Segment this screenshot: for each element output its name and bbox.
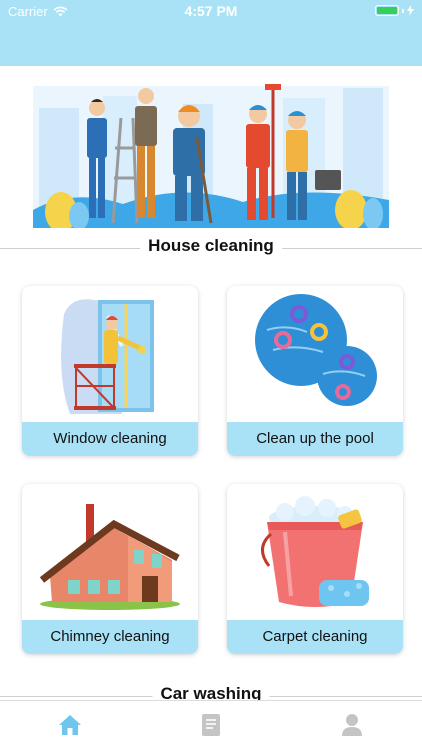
charging-bolt-icon: [407, 5, 414, 16]
battery-level-fill: [377, 7, 397, 14]
battery-tip: [402, 8, 404, 13]
card-label: Window cleaning: [22, 422, 198, 456]
battery-icon: [375, 5, 399, 16]
house-chimney-illustration: [39, 504, 180, 610]
tab-profile[interactable]: [282, 705, 422, 745]
header-bar: Carrier 4:57 PM: [0, 0, 422, 66]
banner-image: [33, 78, 389, 228]
card-image: [227, 286, 403, 422]
card-image: [22, 286, 198, 422]
section-house-cleaning: House cleaning: [0, 236, 422, 260]
card-label: Clean up the pool: [227, 422, 403, 456]
tab-bar: [0, 700, 422, 750]
card-carpet-cleaning[interactable]: Carpet cleaning: [227, 484, 403, 654]
card-clean-pool[interactable]: Clean up the pool: [227, 286, 403, 456]
card-label: Carpet cleaning: [227, 620, 403, 654]
tab-home[interactable]: [0, 705, 140, 745]
user-icon: [342, 714, 362, 736]
tab-orders[interactable]: [141, 705, 281, 745]
bucket-sponge-illustration: [261, 496, 369, 607]
cleaning-workers-illustration: [33, 84, 389, 228]
status-time: 4:57 PM: [184, 3, 238, 19]
section-title: House cleaning: [140, 236, 282, 256]
card-label: Chimney cleaning: [22, 620, 198, 654]
card-chimney-cleaning[interactable]: Chimney cleaning: [22, 484, 198, 654]
battery-indicator: [375, 5, 414, 16]
home-icon: [59, 715, 81, 735]
document-icon: [202, 714, 220, 736]
pool-illustration: [255, 294, 377, 406]
card-image: [227, 484, 403, 620]
card-image: [22, 484, 198, 620]
window-cleaner-illustration: [61, 299, 154, 414]
card-window-cleaning[interactable]: Window cleaning: [22, 286, 198, 456]
status-bar: Carrier 4:57 PM: [0, 0, 422, 22]
